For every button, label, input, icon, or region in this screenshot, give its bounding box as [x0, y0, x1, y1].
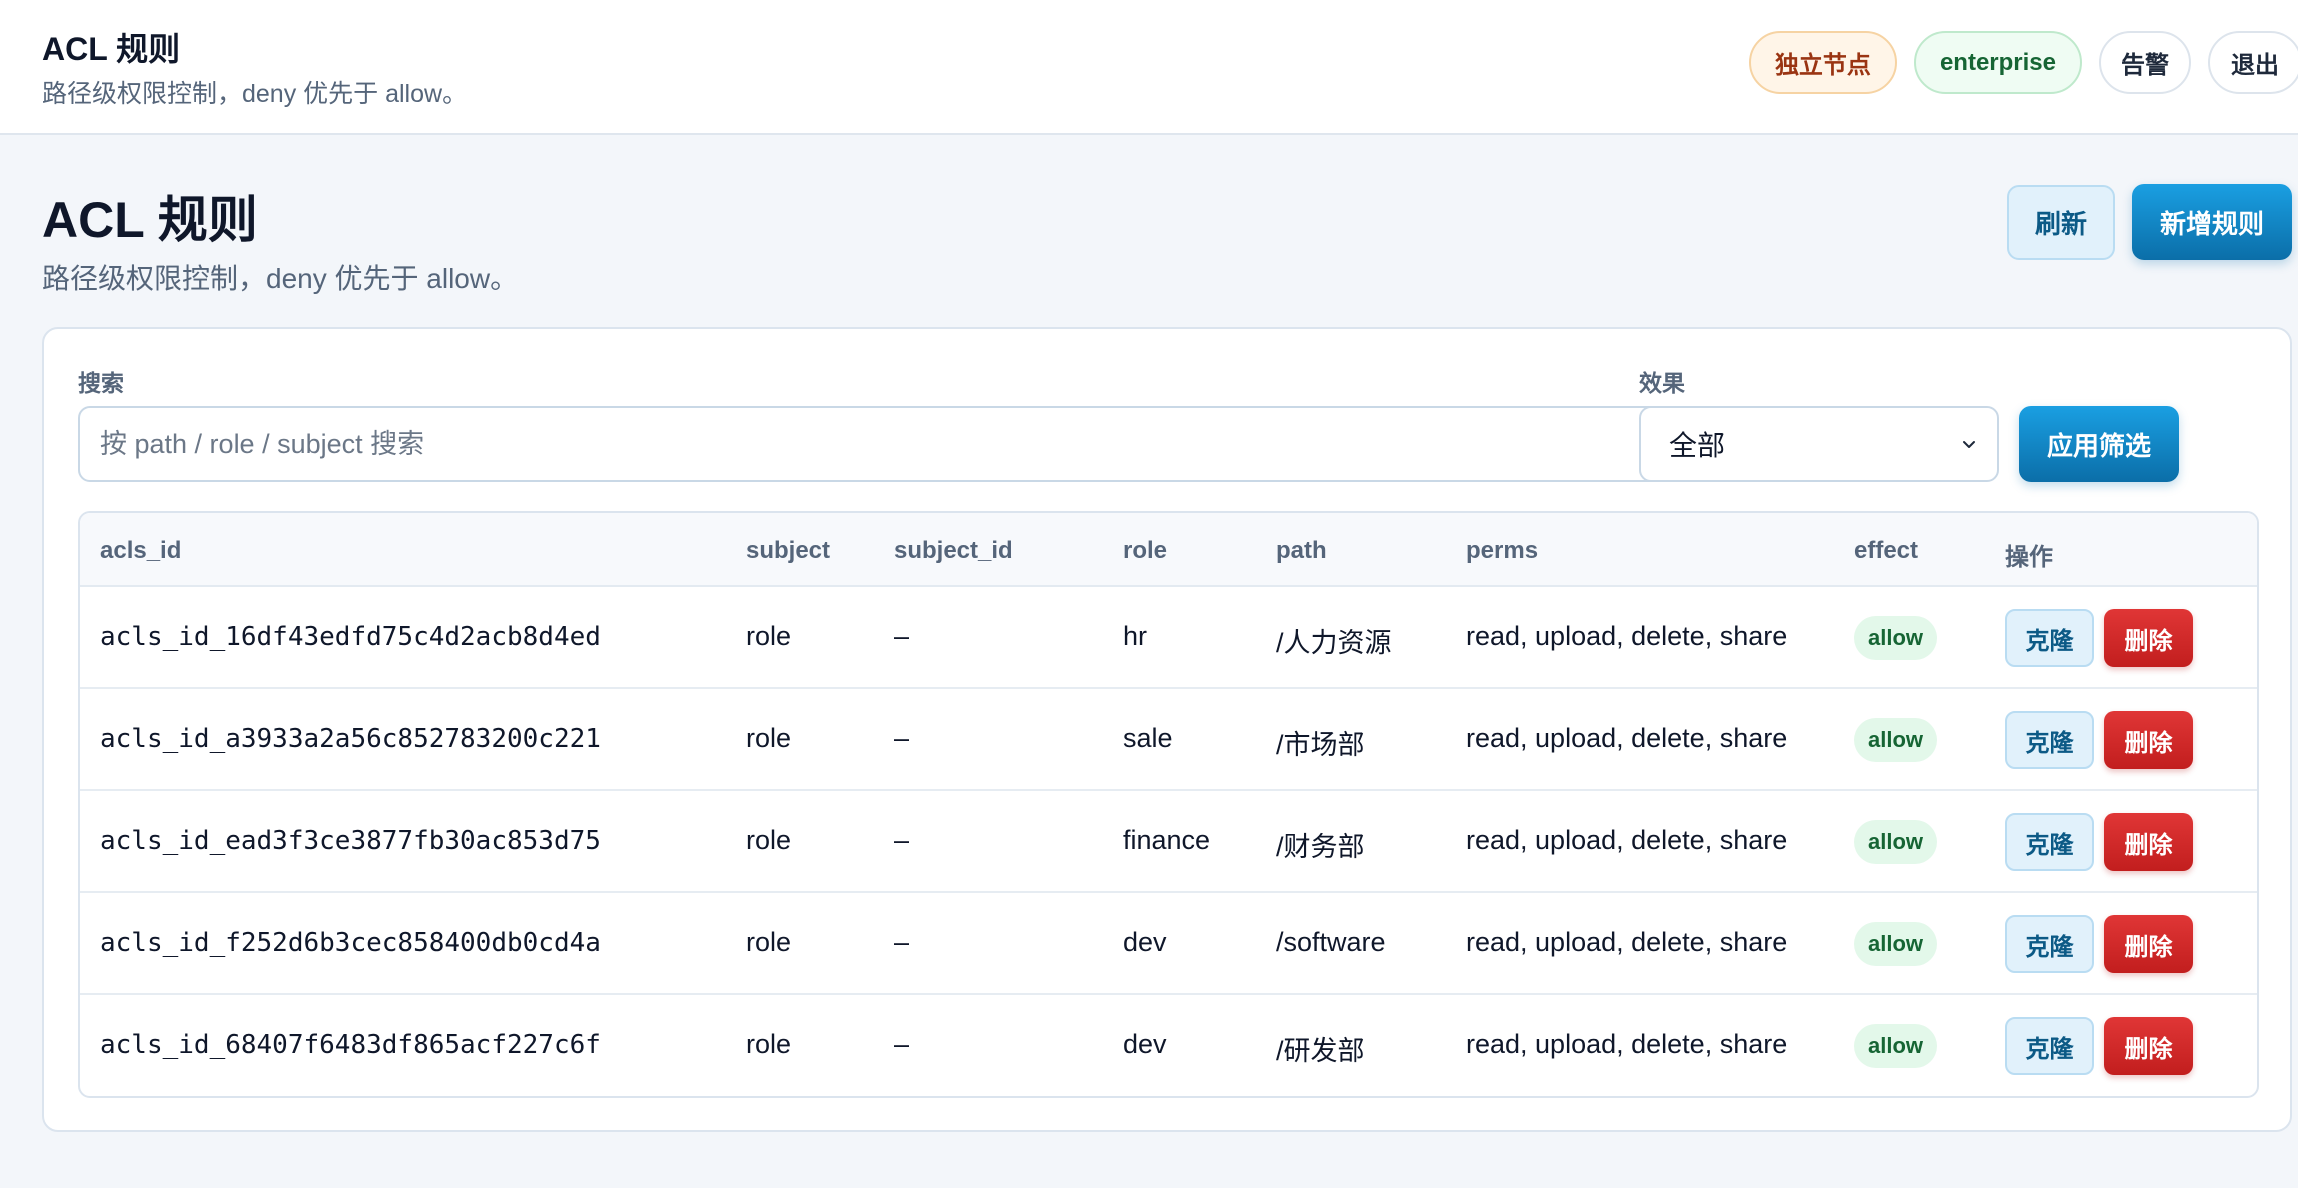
chevron-down-icon — [1963, 441, 1975, 448]
cell-path: /研发部 — [1276, 1036, 1365, 1066]
effect-badge: allow — [1854, 616, 1938, 660]
cell-path: /财务部 — [1276, 832, 1365, 862]
cell-perms: read, upload, delete, share — [1466, 723, 1788, 753]
column-header-effect[interactable]: effect — [1854, 537, 1918, 565]
cell-perms: read, upload, delete, share — [1466, 927, 1788, 957]
cell-acls-id: acls_id_16df43edfd75c4d2acb8d4ed — [100, 622, 601, 652]
effect-badge: allow — [1854, 820, 1938, 864]
effect-badge: allow — [1854, 718, 1938, 762]
clone-button[interactable]: 克隆 — [2005, 1017, 2094, 1075]
clone-button[interactable]: 克隆 — [2005, 813, 2094, 871]
table-row: acls_id_f252d6b3cec858400db0cd4a role – … — [80, 893, 2257, 995]
cell-subject: role — [746, 621, 792, 651]
table-row: acls_id_16df43edfd75c4d2acb8d4ed role – … — [80, 587, 2257, 689]
alerts-button[interactable]: 告警 — [2099, 31, 2191, 94]
delete-button[interactable]: 删除 — [2104, 813, 2193, 871]
effect-badge: allow — [1854, 1024, 1938, 1068]
cell-path: /software — [1276, 927, 1386, 957]
cell-subject-id: – — [894, 723, 910, 753]
cell-role: dev — [1123, 1029, 1167, 1059]
cell-acls-id: acls_id_68407f6483df865acf227c6f — [100, 1030, 601, 1060]
delete-button[interactable]: 删除 — [2104, 609, 2193, 667]
clone-button[interactable]: 克隆 — [2005, 711, 2094, 769]
cell-subject-id: – — [894, 927, 910, 957]
app-title: ACL 规则 — [42, 31, 181, 67]
top-actions: 独立节点 enterprise 告警 退出 — [1748, 31, 2298, 94]
search-label: 搜索 — [78, 370, 124, 396]
delete-button[interactable]: 删除 — [2104, 1017, 2193, 1075]
top-bar: ACL 规则 路径级权限控制，deny 优先于 allow。 独立节点 ente… — [0, 0, 2298, 135]
clone-button[interactable]: 克隆 — [2005, 915, 2094, 973]
acl-card: 搜索 效果 全部 应用筛选 acls_id subject subject_id… — [42, 327, 2292, 1132]
cell-acls-id: acls_id_a3933a2a56c852783200c221 — [100, 724, 601, 754]
logout-button[interactable]: 退出 — [2208, 31, 2298, 94]
table-header: acls_id subject subject_id role path per… — [80, 513, 2257, 587]
cell-subject-id: – — [894, 825, 910, 855]
cell-role: sale — [1123, 723, 1173, 753]
page-subtitle: 路径级权限控制，deny 优先于 allow。 — [42, 263, 519, 294]
refresh-button[interactable]: 刷新 — [2007, 185, 2115, 260]
column-header-acls-id[interactable]: acls_id — [100, 537, 181, 565]
cell-role: finance — [1123, 825, 1211, 855]
apply-filter-button[interactable]: 应用筛选 — [2019, 406, 2179, 482]
cell-subject: role — [746, 927, 792, 957]
effect-badge: allow — [1854, 922, 1938, 966]
column-header-path[interactable]: path — [1276, 537, 1327, 565]
cell-subject-id: – — [894, 621, 910, 651]
cell-path: /市场部 — [1276, 730, 1365, 760]
clone-button[interactable]: 克隆 — [2005, 609, 2094, 667]
cell-perms: read, upload, delete, share — [1466, 1029, 1788, 1059]
cell-acls-id: acls_id_ead3f3ce3877fb30ac853d75 — [100, 826, 601, 856]
table-row: acls_id_68407f6483df865acf227c6f role – … — [80, 995, 2257, 1096]
effect-label: 效果 — [1639, 370, 1685, 396]
search-input[interactable] — [78, 406, 1662, 482]
column-header-perms[interactable]: perms — [1466, 537, 1538, 565]
column-header-subject[interactable]: subject — [746, 537, 830, 565]
app-subtitle: 路径级权限控制，deny 优先于 allow。 — [42, 80, 468, 108]
cell-subject-id: – — [894, 1029, 910, 1059]
cell-subject: role — [746, 723, 792, 753]
effect-select-value: 全部 — [1669, 430, 1726, 461]
table-row: acls_id_ead3f3ce3877fb30ac853d75 role – … — [80, 791, 2257, 893]
edition-badge: enterprise — [1913, 31, 2082, 94]
cell-subject: role — [746, 1029, 792, 1059]
cell-acls-id: acls_id_f252d6b3cec858400db0cd4a — [100, 928, 601, 958]
cell-path: /人力资源 — [1276, 628, 1392, 658]
table-row: acls_id_a3933a2a56c852783200c221 role – … — [80, 689, 2257, 791]
cell-perms: read, upload, delete, share — [1466, 825, 1788, 855]
cell-subject: role — [746, 825, 792, 855]
column-header-role[interactable]: role — [1123, 537, 1167, 565]
new-rule-button[interactable]: 新增规则 — [2132, 184, 2292, 260]
cell-role: hr — [1123, 621, 1148, 651]
node-mode-badge: 独立节点 — [1748, 31, 1897, 94]
effect-select[interactable]: 全部 — [1639, 406, 1999, 482]
column-header-actions: 操作 — [2005, 544, 2053, 571]
cell-role: dev — [1123, 927, 1167, 957]
delete-button[interactable]: 删除 — [2104, 711, 2193, 769]
cell-perms: read, upload, delete, share — [1466, 621, 1788, 651]
delete-button[interactable]: 删除 — [2104, 915, 2193, 973]
acl-table: acls_id subject subject_id role path per… — [78, 511, 2259, 1098]
page-title: ACL 规则 — [42, 192, 258, 248]
column-header-subject-id[interactable]: subject_id — [894, 537, 1013, 565]
